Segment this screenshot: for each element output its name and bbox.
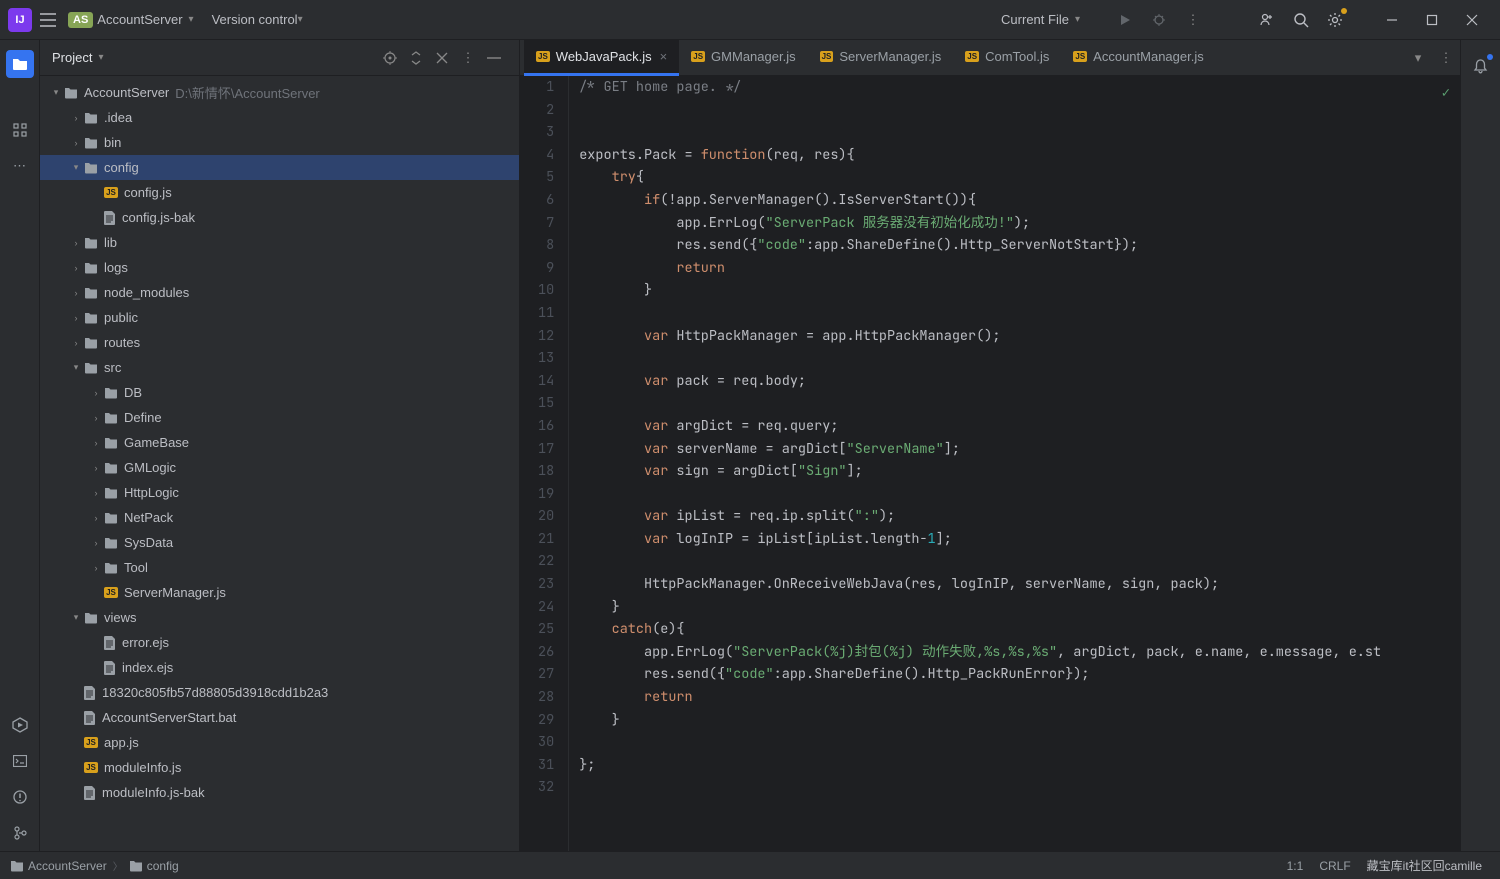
tree-item[interactable]: ›Define [40, 405, 519, 430]
line-ending[interactable]: CRLF [1319, 859, 1350, 873]
code-content[interactable]: /* GET home page. */ exports.Pack = func… [569, 76, 1460, 851]
project-tree[interactable]: ▾AccountServerD:\新情怀\AccountServer›.idea… [40, 76, 519, 851]
titlebar: IJ AS AccountServer ▾ Version control ▾ … [0, 0, 1500, 40]
main-menu-icon[interactable] [40, 13, 58, 27]
collapse-icon[interactable] [431, 47, 453, 69]
tree-item[interactable]: config.js-bak [40, 205, 519, 230]
tree-item[interactable]: AccountServerStart.bat [40, 705, 519, 730]
problems-tool-icon[interactable] [6, 783, 34, 811]
tree-item[interactable]: JSapp.js [40, 730, 519, 755]
crumb-root[interactable]: AccountServer [28, 859, 107, 873]
watermark-text: 藏宝库it社区回camille [1367, 857, 1482, 874]
more-icon[interactable]: ⋮ [1182, 9, 1204, 31]
breadcrumb[interactable]: AccountServer 〉 config [10, 858, 179, 873]
tree-item[interactable]: ▾config [40, 155, 519, 180]
project-badge: AS [68, 12, 93, 28]
hide-panel-icon[interactable] [483, 47, 505, 69]
settings-icon[interactable] [1324, 9, 1346, 31]
gutter: 1234567891011121314151617181920212223242… [520, 76, 569, 851]
tree-item[interactable]: moduleInfo.js-bak [40, 780, 519, 805]
tree-item[interactable]: ›NetPack [40, 505, 519, 530]
version-control-menu[interactable]: Version control [212, 12, 298, 27]
editor-tabs: JSWebJavaPack.js×JSGMManager.jsJSServerM… [520, 40, 1460, 76]
project-panel-header: Project ▾ ⋮ [40, 40, 519, 76]
structure-tool-icon[interactable] [6, 116, 34, 144]
code-editor[interactable]: 1234567891011121314151617181920212223242… [520, 76, 1460, 851]
select-opened-icon[interactable] [379, 47, 401, 69]
panel-title: Project [52, 50, 92, 65]
tree-item[interactable]: ›node_modules [40, 280, 519, 305]
chevron-down-icon[interactable]: ▾ [189, 14, 194, 25]
tree-item[interactable]: index.ejs [40, 655, 519, 680]
tree-item[interactable]: JSServerManager.js [40, 580, 519, 605]
minimize-icon[interactable] [1376, 4, 1408, 36]
project-name[interactable]: AccountServer [97, 12, 182, 27]
editor-tab[interactable]: JSServerManager.js [808, 40, 954, 76]
tree-item[interactable]: ›logs [40, 255, 519, 280]
tree-item[interactable]: ›lib [40, 230, 519, 255]
tree-item[interactable]: JSconfig.js [40, 180, 519, 205]
tree-item[interactable]: JSmoduleInfo.js [40, 755, 519, 780]
more-tool-icon[interactable]: ⋯ [6, 152, 34, 180]
right-toolbar [1460, 40, 1500, 851]
project-panel: Project ▾ ⋮ ▾AccountServerD:\新情怀\Account… [40, 40, 520, 851]
expand-icon[interactable] [405, 47, 427, 69]
close-icon[interactable] [1456, 4, 1488, 36]
project-tool-icon[interactable] [6, 50, 34, 78]
chevron-down-icon[interactable]: ▾ [98, 52, 103, 63]
tree-item[interactable]: ›GameBase [40, 430, 519, 455]
editor-tab[interactable]: JSAccountManager.js [1061, 40, 1215, 76]
tree-item[interactable]: ›.idea [40, 105, 519, 130]
terminal-tool-icon[interactable] [6, 747, 34, 775]
status-bar: AccountServer 〉 config 1:1 CRLF 藏宝库it社区回… [0, 851, 1500, 879]
editor-tab[interactable]: JSWebJavaPack.js× [524, 40, 679, 76]
tree-item[interactable]: ›bin [40, 130, 519, 155]
tabs-dropdown-icon[interactable]: ▾ [1406, 46, 1430, 70]
editor-tab[interactable]: JSGMManager.js [679, 40, 807, 76]
search-icon[interactable] [1290, 9, 1312, 31]
tree-item[interactable]: ▾views [40, 605, 519, 630]
tree-item[interactable]: ›DB [40, 380, 519, 405]
tree-item[interactable]: 18320c805fb57d88805d3918cdd1b2a3 [40, 680, 519, 705]
tree-item[interactable]: ›SysData [40, 530, 519, 555]
ide-logo: IJ [8, 8, 32, 32]
notifications-icon[interactable] [1467, 52, 1495, 80]
run-icon[interactable] [1114, 9, 1136, 31]
debug-icon[interactable] [1148, 9, 1170, 31]
crumb-sep-icon: 〉 [113, 858, 123, 873]
crumb-folder[interactable]: config [147, 859, 179, 873]
run-config[interactable]: Current File▾ [1001, 12, 1098, 27]
tabs-more-icon[interactable]: ⋮ [1434, 46, 1458, 70]
vcs-tool-icon[interactable] [6, 819, 34, 847]
tree-item[interactable]: ›GMLogic [40, 455, 519, 480]
caret-position[interactable]: 1:1 [1287, 859, 1304, 873]
tree-item[interactable]: error.ejs [40, 630, 519, 655]
services-tool-icon[interactable] [6, 711, 34, 739]
tree-item[interactable]: ›routes [40, 330, 519, 355]
tree-root[interactable]: ▾AccountServerD:\新情怀\AccountServer [40, 80, 519, 105]
left-toolbar: ⋯ [0, 40, 40, 851]
tree-item[interactable]: ›public [40, 305, 519, 330]
panel-more-icon[interactable]: ⋮ [457, 47, 479, 69]
close-tab-icon: × [660, 49, 668, 64]
chevron-down-icon[interactable]: ▾ [298, 14, 303, 25]
tree-item[interactable]: ›HttpLogic [40, 480, 519, 505]
maximize-icon[interactable] [1416, 4, 1448, 36]
editor-area: JSWebJavaPack.js×JSGMManager.jsJSServerM… [520, 40, 1460, 851]
editor-tab[interactable]: JSComTool.js [953, 40, 1061, 76]
tree-item[interactable]: ›Tool [40, 555, 519, 580]
inspection-ok-icon[interactable]: ✓ [1442, 82, 1450, 105]
code-with-me-icon[interactable] [1256, 9, 1278, 31]
tree-item[interactable]: ▾src [40, 355, 519, 380]
